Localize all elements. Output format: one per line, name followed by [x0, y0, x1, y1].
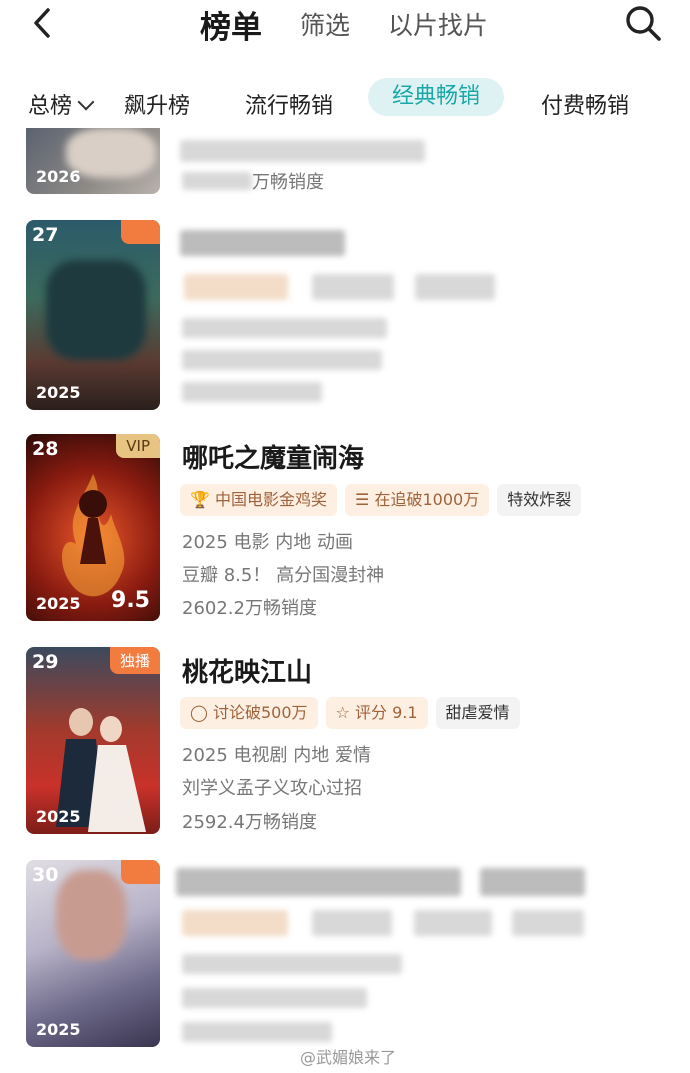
blurred-text: [182, 318, 387, 338]
poster-score: 9.5: [111, 588, 150, 613]
item-title[interactable]: 桃花映江山: [182, 652, 312, 689]
blurred-text: [182, 954, 402, 974]
tag-watching: ☰ 在追破1000万: [345, 484, 490, 516]
blurred-tag: [312, 274, 394, 300]
blurred-text: [182, 172, 252, 190]
tab-paid[interactable]: 付费畅销: [541, 88, 629, 120]
back-icon[interactable]: [26, 6, 60, 40]
blurred-text: [182, 382, 322, 402]
poster-year: 2025: [36, 1020, 81, 1039]
tab-classic[interactable]: 经典畅销: [368, 78, 505, 116]
blurred-title: [480, 868, 585, 896]
sales-text: 万畅销度: [252, 172, 324, 193]
item-meta: 2025 电影 内地 动画: [182, 532, 353, 553]
blurred-tag: [182, 910, 288, 936]
item-sales: 2602.2万畅销度: [182, 598, 317, 619]
blurred-text: [182, 350, 382, 370]
category-tabs: 总榜 飙升榜 流行畅销 经典畅销 付费畅销: [0, 78, 690, 124]
poster-year: 2026: [36, 167, 81, 186]
poster-year: 2025: [36, 594, 81, 613]
blurred-text: [182, 988, 367, 1008]
poster-year: 2025: [36, 383, 81, 402]
find-by-film-tab[interactable]: 以片找片: [388, 6, 488, 42]
tag-award: 🏆 中国电影金鸡奖: [180, 484, 338, 516]
rank-number: 29: [32, 651, 59, 673]
blurred-text: [182, 1022, 332, 1042]
blurred-tag: [512, 910, 584, 936]
exclusive-badge: [120, 220, 160, 244]
chevron-down-icon: [77, 93, 95, 111]
poster-image[interactable]: 独播 29 2025: [26, 647, 160, 834]
tag-discussion: ◯ 讨论破500万: [180, 697, 318, 729]
blurred-area: [56, 870, 126, 960]
page-title[interactable]: 榜单: [200, 2, 262, 47]
blurred-tag: [414, 910, 492, 936]
item-desc: 刘学义孟子义攻心过招: [182, 778, 362, 799]
rank-number: 28: [32, 438, 59, 460]
item-meta: 2025 电视剧 内地 爱情: [182, 745, 371, 766]
blurred-area: [46, 260, 146, 360]
poster-image[interactable]: 2026: [26, 128, 160, 194]
comment-icon: ◯: [190, 703, 208, 722]
trophy-icon: 🏆: [190, 490, 210, 509]
tag-rating: ☆ 评分 9.1: [325, 697, 428, 729]
tab-rising[interactable]: 飙升榜: [124, 88, 190, 120]
poster-image[interactable]: 30 2025: [26, 860, 160, 1047]
blurred-title: [176, 868, 461, 896]
top-bar: 榜单 筛选 以片找片: [0, 0, 690, 60]
watermark: @武媚娘来了: [300, 1048, 397, 1067]
search-icon[interactable]: [624, 4, 662, 42]
item-title[interactable]: 哪吒之魔童闹海: [182, 438, 364, 475]
list-icon: ☰: [355, 490, 370, 509]
item-sales: 2592.4万畅销度: [182, 812, 317, 833]
blurred-title: [180, 230, 345, 256]
tag-row: 🏆 中国电影金鸡奖 ☰ 在追破1000万 特效炸裂: [180, 484, 589, 518]
exclusive-badge: [120, 860, 160, 884]
tag-genre: 特效炸裂: [497, 484, 582, 516]
tag-genre: 甜虐爱情: [435, 697, 520, 729]
couple-art-icon: [56, 708, 146, 832]
tab-total[interactable]: 总榜: [28, 88, 95, 120]
tag-row: ◯ 讨论破500万 ☆ 评分 9.1 甜虐爱情: [180, 697, 528, 731]
poster-image[interactable]: VIP 28 2025 9.5: [26, 434, 160, 621]
exclusive-badge: 独播: [109, 647, 160, 674]
poster-year: 2025: [36, 807, 81, 826]
blurred-tag: [415, 274, 495, 300]
blurred-tag: [312, 910, 392, 936]
filter-tab[interactable]: 筛选: [300, 6, 350, 42]
blurred-tag: [184, 274, 288, 300]
rank-number: 30: [32, 864, 59, 886]
rank-number: 27: [32, 224, 59, 246]
poster-image[interactable]: 27 2025: [26, 220, 160, 410]
tab-popular[interactable]: 流行畅销: [245, 88, 333, 120]
vip-badge: VIP: [116, 434, 160, 458]
star-icon: ☆: [335, 703, 350, 722]
item-desc: 豆瓣 8.5！ 高分国漫封神: [182, 565, 385, 586]
blurred-title: [180, 140, 425, 162]
